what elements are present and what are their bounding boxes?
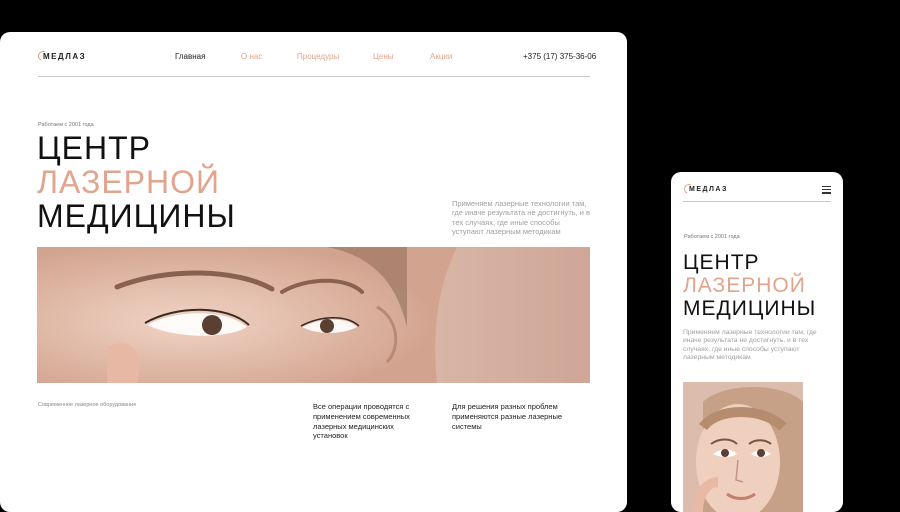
hero-eyebrow: Работаем с 2001 года [38,122,94,128]
hero-title-line2: ЛАЗЕРНОЙ [37,164,220,200]
logo[interactable]: МЕДЛАЗ [36,49,87,63]
hero-title: ЦЕНТР ЛАЗЕРНОЙ МЕДИЦИНЫ [37,132,236,232]
mobile-header-divider [683,201,831,202]
phone-link[interactable]: +375 (17) 375-36-06 [523,52,596,61]
mobile-hero-title-line2: ЛАЗЕРНОЙ [683,274,806,297]
nav-item-prices[interactable]: Цены [373,52,394,61]
mobile-logo[interactable]: МЕДЛАЗ [682,182,728,196]
logo-mark-icon [682,182,696,196]
nav-item-promotions[interactable]: Акции [430,52,452,61]
mobile-hero-title-line1: ЦЕНТР [683,251,760,274]
features-caption: Современное лазерное оборудование [38,402,137,408]
menu-icon[interactable] [822,186,831,194]
hero-lead: Применяем лазерные технологии там, где и… [452,199,591,237]
mobile-hero-eyebrow: Работаем с 2001 года [684,234,740,240]
mobile-mockup: МЕДЛАЗ Работаем с 2001 года ЦЕНТР ЛАЗЕРН… [671,172,843,512]
mobile-face-illustration [683,382,803,512]
hero-photo [37,247,590,383]
feature-item-1: Все операции проводятся с применением со… [313,402,410,441]
logo-text: МЕДЛАЗ [43,51,87,61]
face-illustration [37,247,457,383]
header-divider [38,76,590,77]
mobile-hero-photo [683,382,803,512]
feature-item-2: Для решения разных проблем применяются р… [452,402,563,431]
hero-title-line3: МЕДИЦИНЫ [37,198,236,234]
nav-item-home[interactable]: Главная [175,52,205,61]
nav-item-procedures[interactable]: Процедуры [297,52,339,61]
nav-item-about[interactable]: О нас [241,52,262,61]
mobile-hero-title-line3: МЕДИЦИНЫ [683,297,817,320]
mobile-logo-text: МЕДЛАЗ [689,185,728,193]
mobile-hero-title: ЦЕНТР ЛАЗЕРНОЙ МЕДИЦИНЫ [683,252,816,319]
mobile-hero-lead: Применяем лазерные технологии там, где и… [683,329,817,362]
desktop-mockup: МЕДЛАЗ Главная О нас Процедуры Цены Акци… [0,32,627,512]
hero-title-line1: ЦЕНТР [37,130,152,166]
